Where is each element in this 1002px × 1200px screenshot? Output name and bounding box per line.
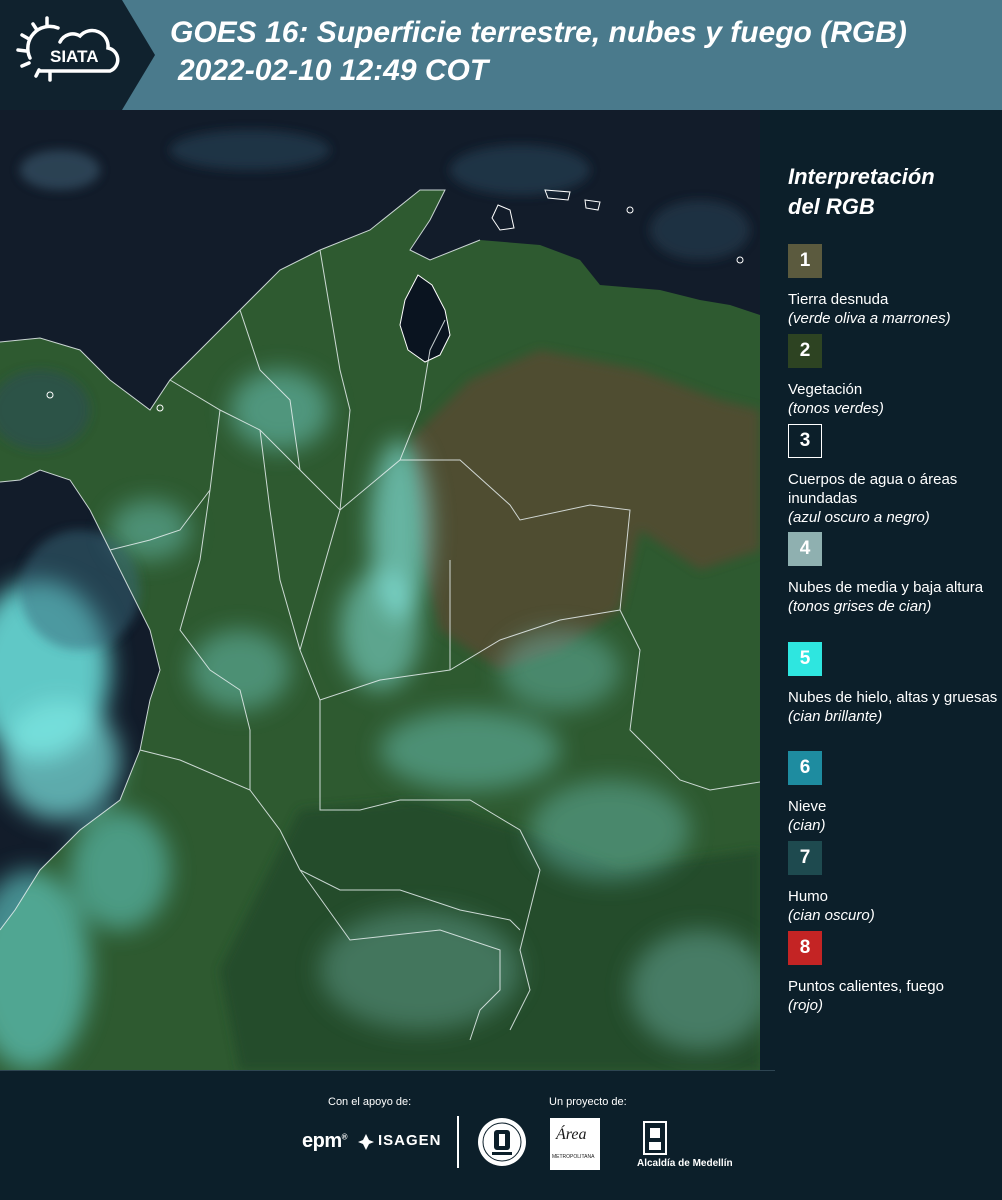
legend-title: Interpretación del RGB: [788, 162, 998, 222]
isagen-logo: ISAGEN: [378, 1132, 442, 1149]
area-script-text: Área: [556, 1126, 587, 1143]
legend-item-desc: (azul oscuro a negro): [788, 509, 930, 526]
legend-item-name: Puntos calientes, fuego: [788, 978, 944, 995]
seal-icon: [478, 1118, 526, 1166]
legend-swatch: 3: [788, 424, 822, 458]
legend-item-desc: (verde oliva a marrones): [788, 310, 951, 327]
logo-panel: SIATA: [0, 0, 155, 110]
legend-item-name: Cuerpos de agua o áreas inundadas: [788, 471, 958, 507]
legend-item-desc: (cian oscuro): [788, 907, 875, 924]
legend-item-name: Humo: [788, 888, 829, 905]
legend-item-vegetation: 2 Vegetación (tonos verdes): [788, 334, 1000, 418]
satellite-image: [0, 110, 760, 1070]
footer: Con el apoyo de: Un proyecto de: epm® IS…: [0, 1070, 1002, 1200]
legend-item-ice-clouds: 5 Nubes de hielo, altas y gruesas (cian …: [788, 642, 1000, 726]
area-small-text: METROPOLITANA: [552, 1154, 595, 1160]
logo-panel-shape: SIATA: [0, 0, 155, 110]
footer-vertical-divider: [457, 1116, 459, 1168]
legend-item-desc: (cian brillante): [788, 708, 883, 725]
legend-item-mid-clouds: 4 Nubes de media y baja altura (tonos gr…: [788, 532, 1000, 616]
legend-panel: Interpretación del RGB 1 Tierra desnuda …: [760, 110, 1002, 1070]
area-metropolitana-logo: Área METROPOLITANA: [550, 1118, 600, 1170]
legend-item-desc: (cian): [788, 817, 826, 834]
legend-item-smoke: 7 Humo (cian oscuro): [788, 841, 1000, 925]
legend-item-desc: (tonos verdes): [788, 400, 884, 417]
legend-item-desc: (tonos grises de cian): [788, 598, 932, 615]
alcaldia-label: Alcaldía de Medellín: [637, 1158, 733, 1169]
legend-item-name: Vegetación: [788, 381, 863, 398]
support-label: Con el apoyo de:: [328, 1096, 412, 1108]
legend-title-line2: del RGB: [788, 194, 875, 219]
building-icon: [643, 1121, 667, 1155]
title-line2: 2022-02-10 12:49 COT: [178, 54, 489, 87]
isagen-icon: [358, 1134, 374, 1150]
legend-item-water: 3 Cuerpos de agua o áreas inundadas (azu…: [788, 424, 1000, 527]
legend-item-name: Nubes de media y baja altura: [788, 579, 984, 596]
legend-title-line1: Interpretación: [788, 164, 935, 189]
title-line1: GOES 16: Superficie terrestre, nubes y f…: [170, 16, 907, 49]
legend-item-name: Nubes de hielo, altas y gruesas: [788, 689, 998, 706]
epm-text: epm: [302, 1130, 342, 1152]
page-title: GOES 16: Superficie terrestre, nubes y f…: [170, 14, 1000, 90]
legend-item-name: Nieve: [788, 798, 827, 815]
legend-swatch: 8: [788, 931, 822, 965]
legend-swatch: 4: [788, 532, 822, 566]
legend-item-fire: 8 Puntos calientes, fuego (rojo): [788, 931, 1000, 1015]
legend-swatch: 1: [788, 244, 822, 278]
satellite-map: [0, 110, 760, 1070]
logo-text: SIATA: [50, 47, 98, 66]
header: SIATA GOES 16: Superficie terrestre, nub…: [0, 0, 1002, 110]
legend-swatch: 5: [788, 642, 822, 676]
legend-item-bare-soil: 1 Tierra desnuda (verde oliva a marrones…: [788, 244, 1000, 328]
legend-swatch: 6: [788, 751, 822, 785]
legend-swatch: 2: [788, 334, 822, 368]
legend-item-snow: 6 Nieve (cian): [788, 751, 1000, 835]
epm-logo: epm®: [302, 1130, 348, 1152]
project-label: Un proyecto de:: [549, 1096, 627, 1108]
legend-swatch: 7: [788, 841, 822, 875]
legend-item-name: Tierra desnuda: [788, 291, 889, 308]
legend-item-desc: (rojo): [788, 997, 824, 1014]
footer-divider: [0, 1070, 775, 1071]
